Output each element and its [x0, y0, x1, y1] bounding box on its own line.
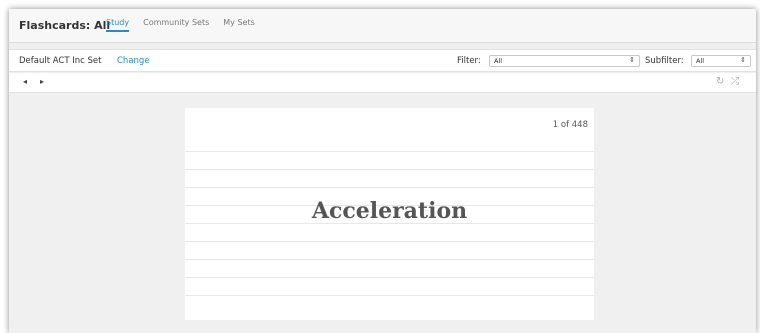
card-term: Acceleration	[311, 198, 468, 224]
flashcards-window: Flashcards: All Study Community Sets My …	[9, 9, 756, 333]
tab-my-sets-label: My Sets	[223, 18, 255, 27]
next-card-icon[interactable]: ▸	[40, 77, 44, 86]
set-name: Default ACT Inc Set	[19, 56, 102, 66]
card-rule-line	[185, 169, 594, 170]
top-bar: Flashcards: All Study Community Sets My …	[9, 9, 756, 43]
tab-my-sets[interactable]: My Sets	[218, 9, 259, 43]
card-rule-line	[185, 151, 594, 152]
card-rule-line	[185, 277, 594, 278]
select-arrows-icon: ⇕	[740, 56, 746, 64]
card-rule-line	[185, 187, 594, 188]
filter-select[interactable]: All ⇕	[489, 55, 640, 67]
change-set-link[interactable]: Change	[117, 56, 150, 66]
subfilter-label: Subfilter:	[645, 56, 684, 66]
select-arrows-icon: ⇕	[629, 56, 635, 64]
flashcard[interactable]: 1 of 448 Acceleration	[185, 108, 594, 320]
subfilter-select-value: All	[696, 57, 705, 65]
subfilter-select[interactable]: All ⇕	[691, 55, 751, 67]
shuffle-icon[interactable]: ⤮	[731, 76, 739, 87]
page-title: Flashcards: All	[19, 19, 111, 32]
filter-select-value: All	[494, 57, 503, 65]
card-rule-line	[185, 259, 594, 260]
previous-card-icon[interactable]: ◂	[23, 77, 27, 86]
refresh-icon[interactable]: ↻	[716, 76, 724, 87]
tab-bar: Study Community Sets My Sets	[101, 9, 264, 43]
set-toolbar: Default ACT Inc Set Change Filter: All ⇕…	[9, 49, 756, 72]
card-rule-line	[185, 295, 594, 296]
card-counter: 1 of 448	[552, 120, 588, 130]
card-rule-line	[185, 241, 594, 242]
tab-community-sets[interactable]: Community Sets	[138, 9, 214, 43]
tab-community-sets-label: Community Sets	[143, 18, 210, 27]
tab-study-label: Study	[106, 18, 130, 32]
filter-label: Filter:	[457, 56, 481, 66]
card-nav-bar: ◂ ▸ ↻ ⤮	[9, 73, 756, 93]
tab-study[interactable]: Study	[101, 9, 134, 43]
